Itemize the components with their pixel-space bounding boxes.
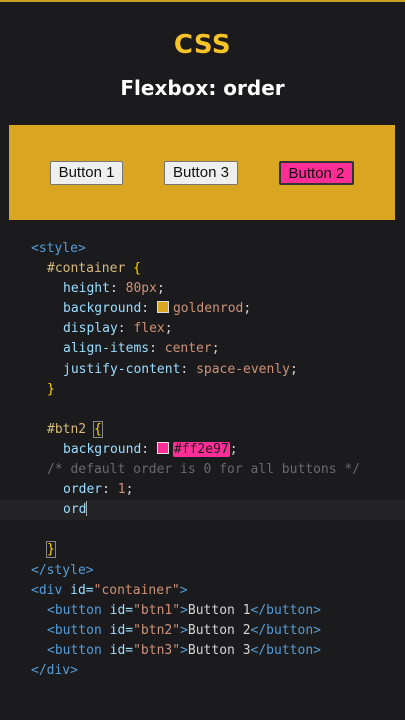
code-token: <style>: [31, 241, 86, 256]
code-token: display: [63, 321, 118, 337]
code-token: Button 1: [187, 602, 251, 618]
code-editor[interactable]: <style> #container { height: 80px; backg…: [0, 239, 405, 681]
code-line: #btn2 {: [47, 420, 103, 438]
code-token: </button>: [250, 642, 321, 658]
code-token: </style>: [31, 562, 94, 578]
code-token: "btn1": [133, 602, 181, 618]
code-line: </style>: [0, 561, 405, 581]
code-line-active: ord: [0, 500, 405, 521]
code-line: background: goldenrod;: [63, 301, 252, 317]
code-comment: /* default order is 0 for all buttons */: [47, 462, 361, 478]
code-token: }: [47, 381, 55, 397]
code-token: Button 2: [187, 622, 251, 638]
code-token: background: [63, 301, 142, 317]
code-line: </div>: [0, 661, 405, 681]
code-token: <button: [47, 622, 102, 638]
code-line: /* default order is 0 for all buttons */: [0, 460, 405, 480]
code-line: <style>: [0, 239, 405, 259]
code-line: align-items: center;: [63, 341, 220, 357]
code-token: 1: [117, 482, 126, 498]
code-token: "container": [93, 582, 180, 598]
code-token: id=: [70, 582, 94, 598]
code-token: align-items: [63, 341, 150, 357]
code-token: 80px: [125, 281, 157, 297]
code-token: justify-content: [63, 361, 181, 377]
code-token: "btn3": [133, 642, 181, 658]
flex-container-preview: Button 1 Button 3 Button 2: [9, 125, 395, 220]
text-cursor: [86, 501, 88, 517]
code-token: Button 3: [187, 642, 251, 658]
code-token: #ff2e97: [172, 441, 230, 457]
code-token: >: [180, 602, 188, 618]
code-token: <div: [31, 582, 63, 598]
page-title: CSS: [173, 30, 232, 60]
code-token: >: [179, 582, 188, 598]
code-token: background: [63, 441, 142, 457]
code-token: "btn2": [133, 622, 181, 638]
color-swatch-icon[interactable]: [156, 301, 169, 314]
code-token: </button>: [250, 602, 321, 618]
code-line: <button id="btn1">Button 1</button>: [0, 601, 405, 621]
code-token: </div>: [31, 662, 78, 678]
code-token: id=: [109, 602, 134, 618]
code-line: height: 80px;: [63, 281, 165, 297]
code-token: space-evenly: [196, 361, 290, 377]
code-line: display: flex;: [63, 321, 173, 337]
code-token: #container: [47, 261, 126, 277]
code-token: >: [180, 642, 188, 658]
code-token: id=: [109, 622, 134, 638]
code-token: order: [63, 482, 103, 498]
code-token: id=: [109, 642, 134, 658]
code-line: justify-content: space-evenly;: [63, 361, 298, 377]
code-token: ord: [63, 502, 87, 518]
code-token: <button: [47, 602, 102, 618]
page-subtitle: Flexbox: order: [120, 76, 285, 100]
color-swatch-icon[interactable]: [156, 441, 169, 454]
code-line: background: #ff2e97;: [63, 441, 238, 457]
code-token: <button: [47, 642, 102, 658]
code-token: flex: [133, 321, 165, 337]
code-token: height: [63, 281, 110, 297]
code-line: order: 1;: [63, 482, 134, 498]
button-1[interactable]: Button 1: [49, 160, 124, 185]
button-2[interactable]: Button 2: [278, 160, 355, 185]
code-line: <div id="container">: [0, 581, 405, 601]
code-line: }: [0, 380, 405, 400]
code-token: goldenrod: [172, 301, 244, 317]
code-line: #container {: [0, 259, 405, 279]
button-3[interactable]: Button 3: [164, 160, 238, 185]
code-line: }: [46, 541, 56, 559]
code-token: >: [180, 622, 188, 638]
code-line: <button id="btn3">Button 3</button>: [0, 641, 405, 661]
code-token: #btn2: [47, 421, 87, 437]
code-token: </button>: [250, 622, 321, 638]
code-token: center: [164, 341, 212, 357]
code-token: {: [125, 261, 141, 277]
code-line: <button id="btn2">Button 2</button>: [0, 621, 405, 641]
